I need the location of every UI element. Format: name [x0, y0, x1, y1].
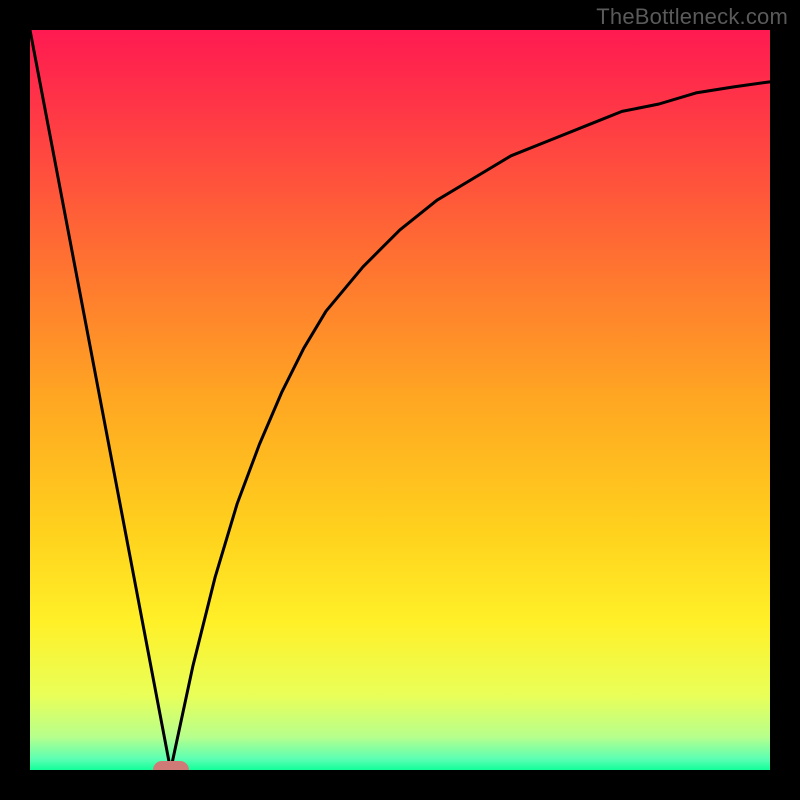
watermark-text: TheBottleneck.com: [596, 4, 788, 30]
curve-layer: [30, 30, 770, 770]
plot-area: [30, 30, 770, 770]
chart-frame: TheBottleneck.com: [0, 0, 800, 800]
bottleneck-curve: [30, 30, 770, 770]
optimum-marker: [153, 761, 189, 770]
